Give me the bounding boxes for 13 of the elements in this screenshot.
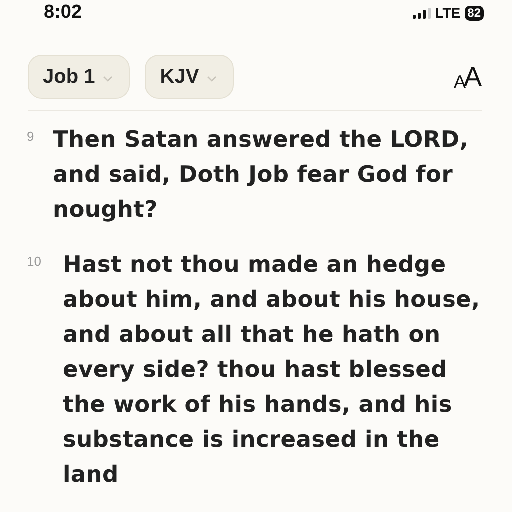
chapter-selector[interactable]: Job 1 xyxy=(28,55,130,99)
chevron-down-icon xyxy=(207,76,218,82)
battery-level: 82 xyxy=(464,6,484,20)
version-selector[interactable]: KJV xyxy=(145,55,234,99)
verse-number: 10 xyxy=(27,254,42,269)
network-label: LTE xyxy=(435,5,461,21)
chevron-down-icon xyxy=(103,76,114,82)
verse-number: 9 xyxy=(27,129,36,144)
status-time: 8:02 xyxy=(44,2,82,24)
signal-icon xyxy=(413,8,432,18)
text-size-button[interactable]: AA xyxy=(454,64,482,90)
verse-text: Hast not thou made an hedge about him, and about his house, and about all that he hath on every side? thou hast blessed the work of his hands, and his substance is increased in the land xyxy=(63,251,482,490)
verse-text: Then Satan answered the LORD, and said, Doth Job fear God for nought? xyxy=(53,126,470,225)
